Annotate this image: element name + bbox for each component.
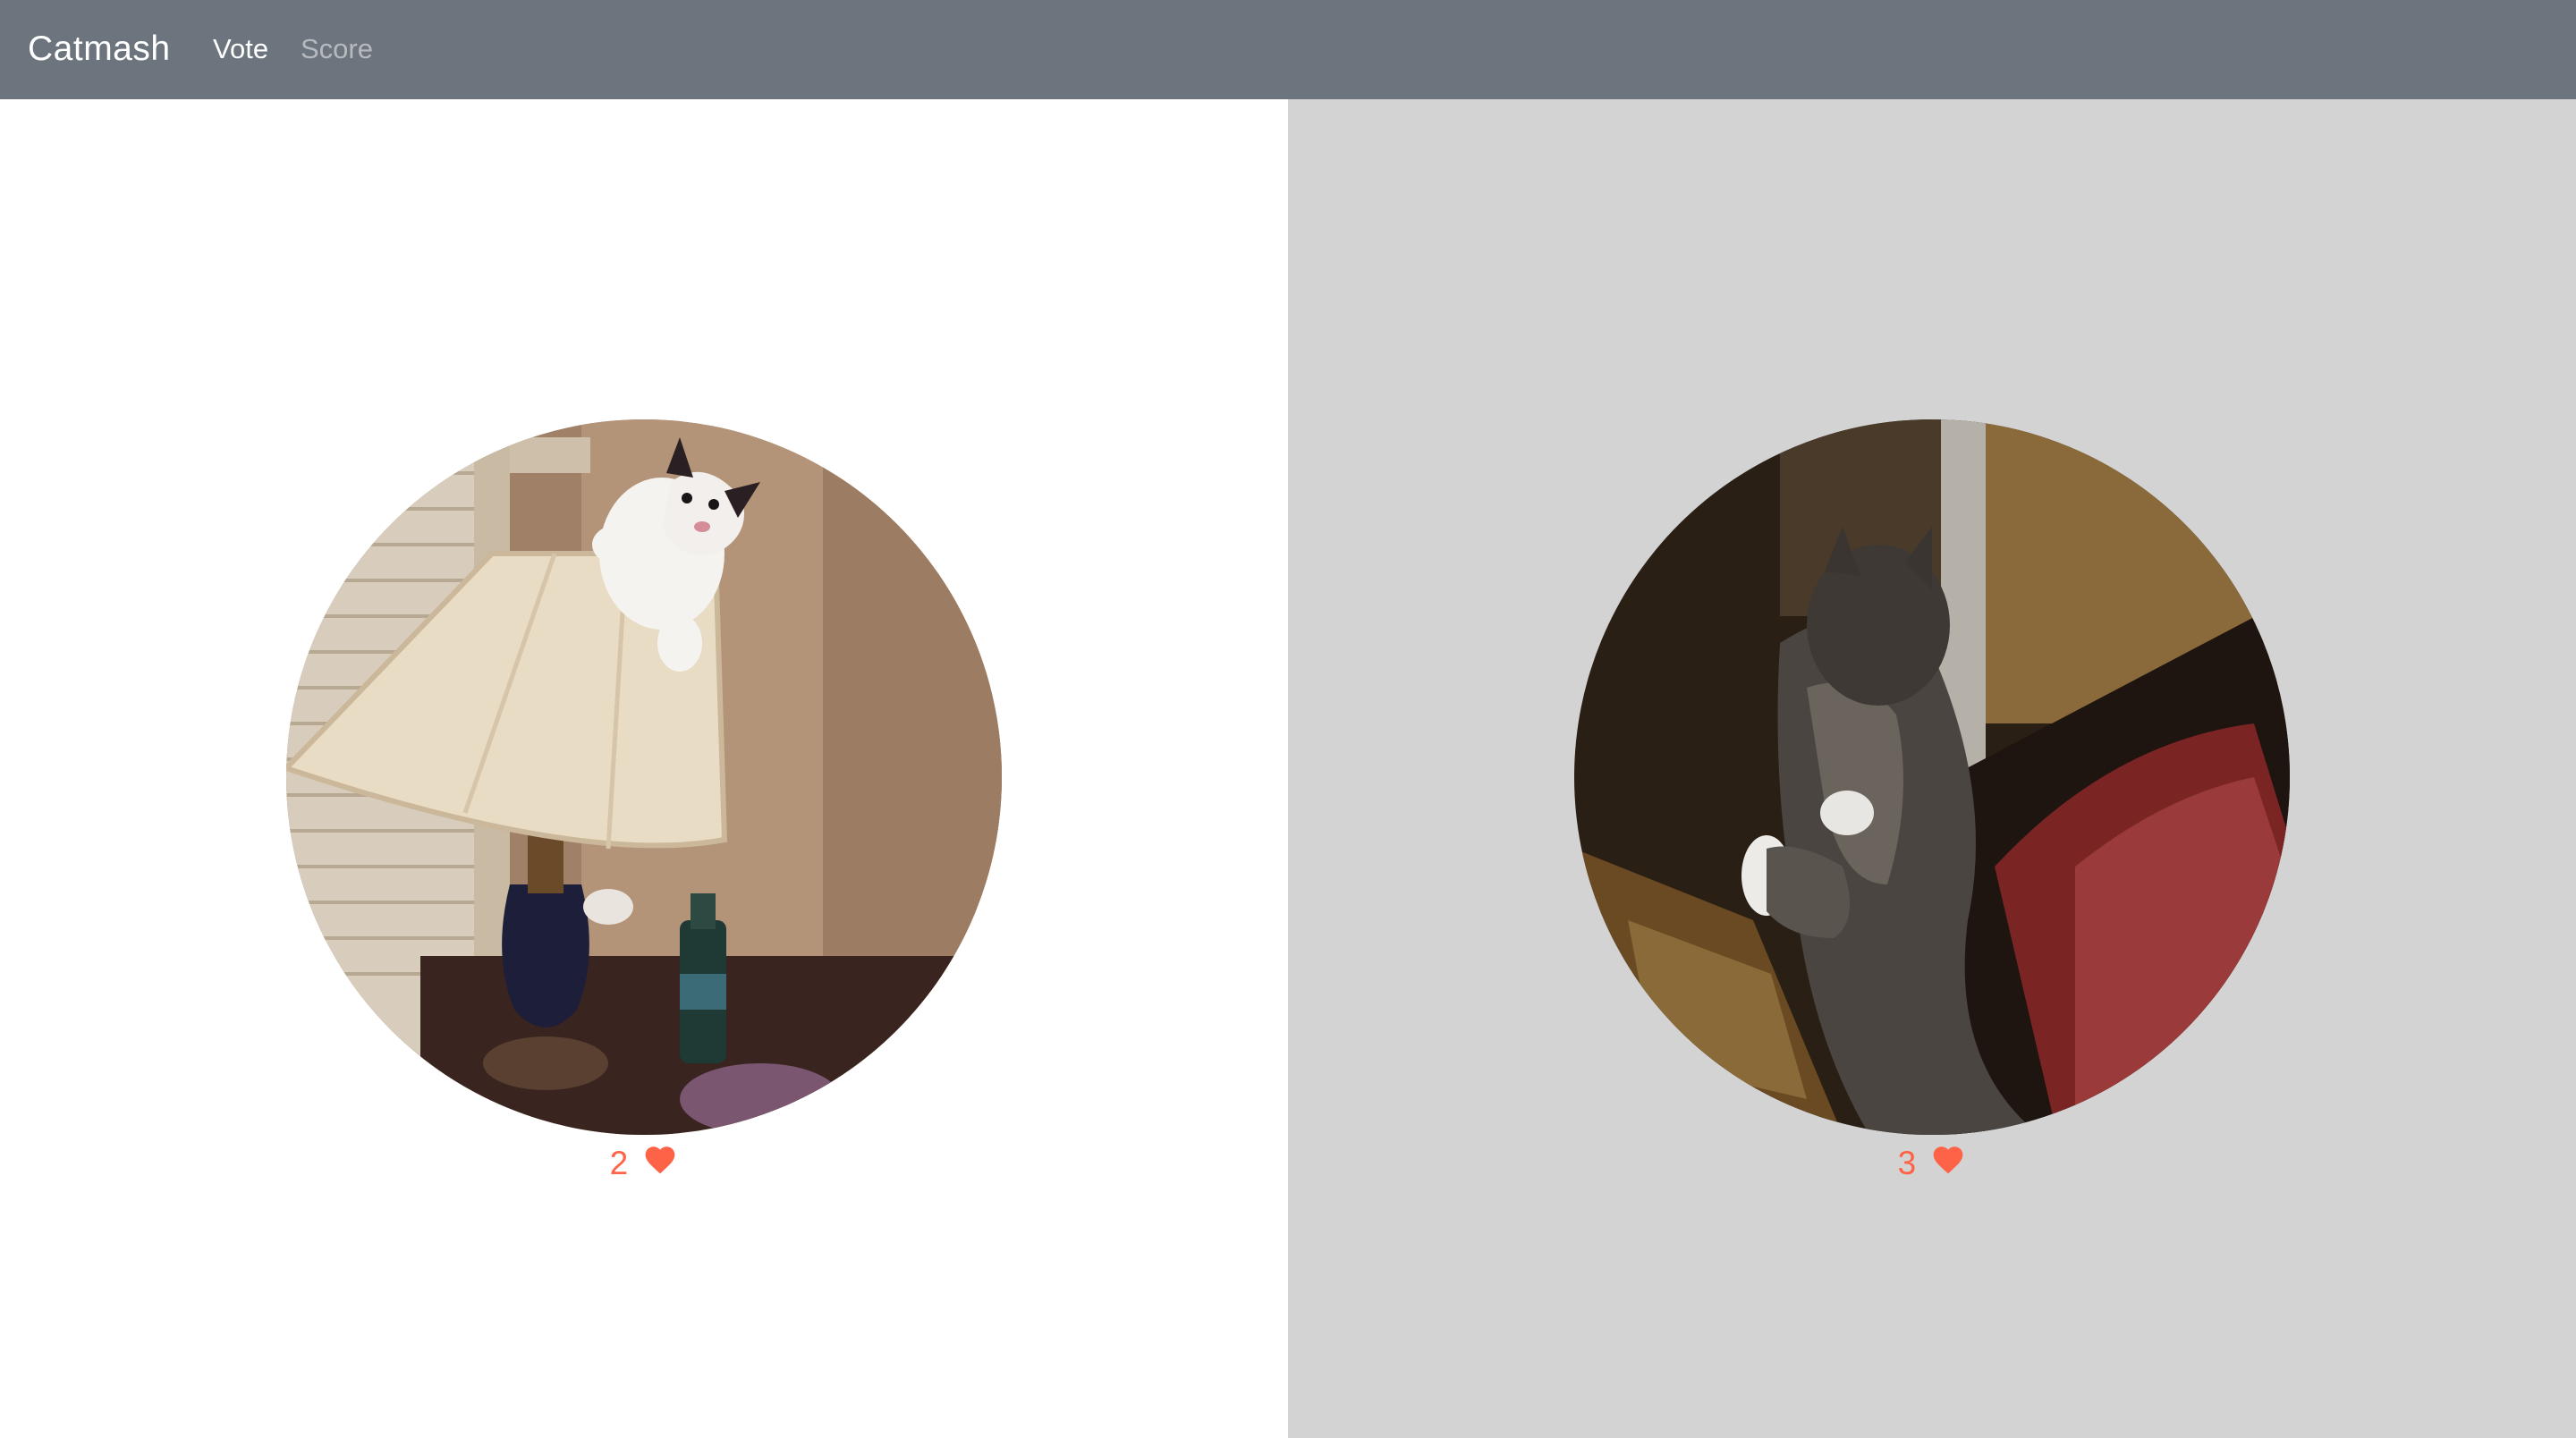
vote-count-right: 3 [1288,1141,2576,1185]
heart-icon [1930,1143,1966,1185]
nav-vote-link[interactable]: Vote [213,30,268,69]
nav-score-link[interactable]: Score [301,30,373,69]
cat-image-left[interactable] [286,419,1002,1135]
vote-count-value: 3 [1897,1145,1917,1182]
heart-icon [642,1143,678,1185]
vote-count-value: 2 [609,1145,629,1182]
navbar: Catmash Vote Score [0,0,2576,99]
cat-panel-left[interactable]: 2 [0,99,1288,1438]
cat-image-right[interactable] [1574,419,2290,1135]
cat-photo-lamp [286,419,1002,1135]
cat-panel-right[interactable]: 3 [1288,99,2576,1438]
cat-photo-tabby [1574,419,2290,1135]
vote-count-left: 2 [0,1141,1288,1185]
brand-link[interactable]: Catmash [28,27,171,72]
